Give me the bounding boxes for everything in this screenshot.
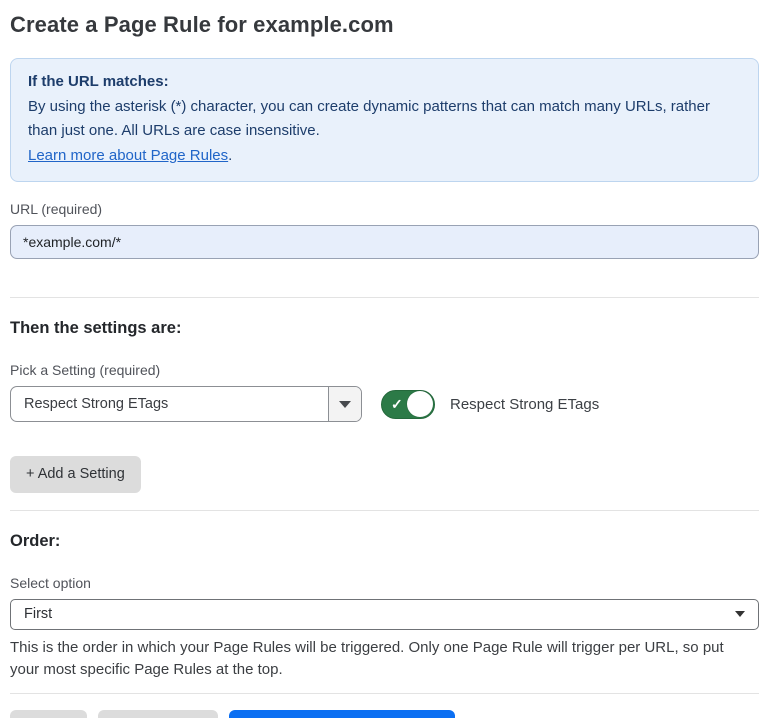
info-box-heading: If the URL matches: bbox=[28, 70, 741, 95]
section-divider bbox=[10, 510, 759, 511]
add-setting-button[interactable]: + Add a Setting bbox=[10, 456, 141, 493]
order-select[interactable]: First bbox=[10, 599, 759, 630]
page-title: Create a Page Rule for example.com bbox=[10, 12, 759, 38]
order-section-heading: Order: bbox=[10, 532, 759, 551]
setting-picker-label: Pick a Setting (required) bbox=[10, 362, 759, 378]
learn-more-link[interactable]: Learn more about Page Rules bbox=[28, 147, 228, 164]
chevron-down-icon bbox=[735, 611, 745, 617]
footer-divider bbox=[10, 693, 759, 694]
order-select-value: First bbox=[24, 606, 735, 622]
page-container: Create a Page Rule for example.com If th… bbox=[0, 0, 769, 718]
settings-section-heading: Then the settings are: bbox=[10, 319, 759, 338]
chevron-down-icon bbox=[339, 401, 351, 408]
setting-select-arrow-button[interactable] bbox=[328, 387, 361, 421]
section-divider bbox=[10, 297, 759, 298]
setting-select-value: Respect Strong ETags bbox=[11, 387, 328, 421]
url-field-label: URL (required) bbox=[10, 201, 759, 217]
link-period: . bbox=[228, 147, 232, 164]
url-input[interactable] bbox=[10, 225, 759, 259]
order-help-text: This is the order in which your Page Rul… bbox=[10, 637, 755, 681]
setting-row: Respect Strong ETags ✓ Respect Strong ET… bbox=[10, 386, 759, 422]
toggle-label: Respect Strong ETags bbox=[450, 396, 599, 413]
footer-buttons: Cancel Save as Draft Save and Deploy Pag… bbox=[10, 710, 759, 718]
cancel-button[interactable]: Cancel bbox=[10, 710, 87, 718]
setting-select[interactable]: Respect Strong ETags bbox=[10, 386, 362, 422]
info-box-body: By using the asterisk (*) character, you… bbox=[28, 98, 710, 140]
check-icon: ✓ bbox=[391, 397, 403, 411]
toggle-knob bbox=[407, 391, 433, 417]
etags-toggle[interactable]: ✓ bbox=[381, 390, 435, 419]
save-draft-button[interactable]: Save as Draft bbox=[98, 710, 218, 718]
url-match-info-box: If the URL matches: By using the asteris… bbox=[10, 58, 759, 182]
order-select-label: Select option bbox=[10, 575, 759, 591]
save-deploy-button[interactable]: Save and Deploy Page Rule bbox=[229, 710, 455, 718]
